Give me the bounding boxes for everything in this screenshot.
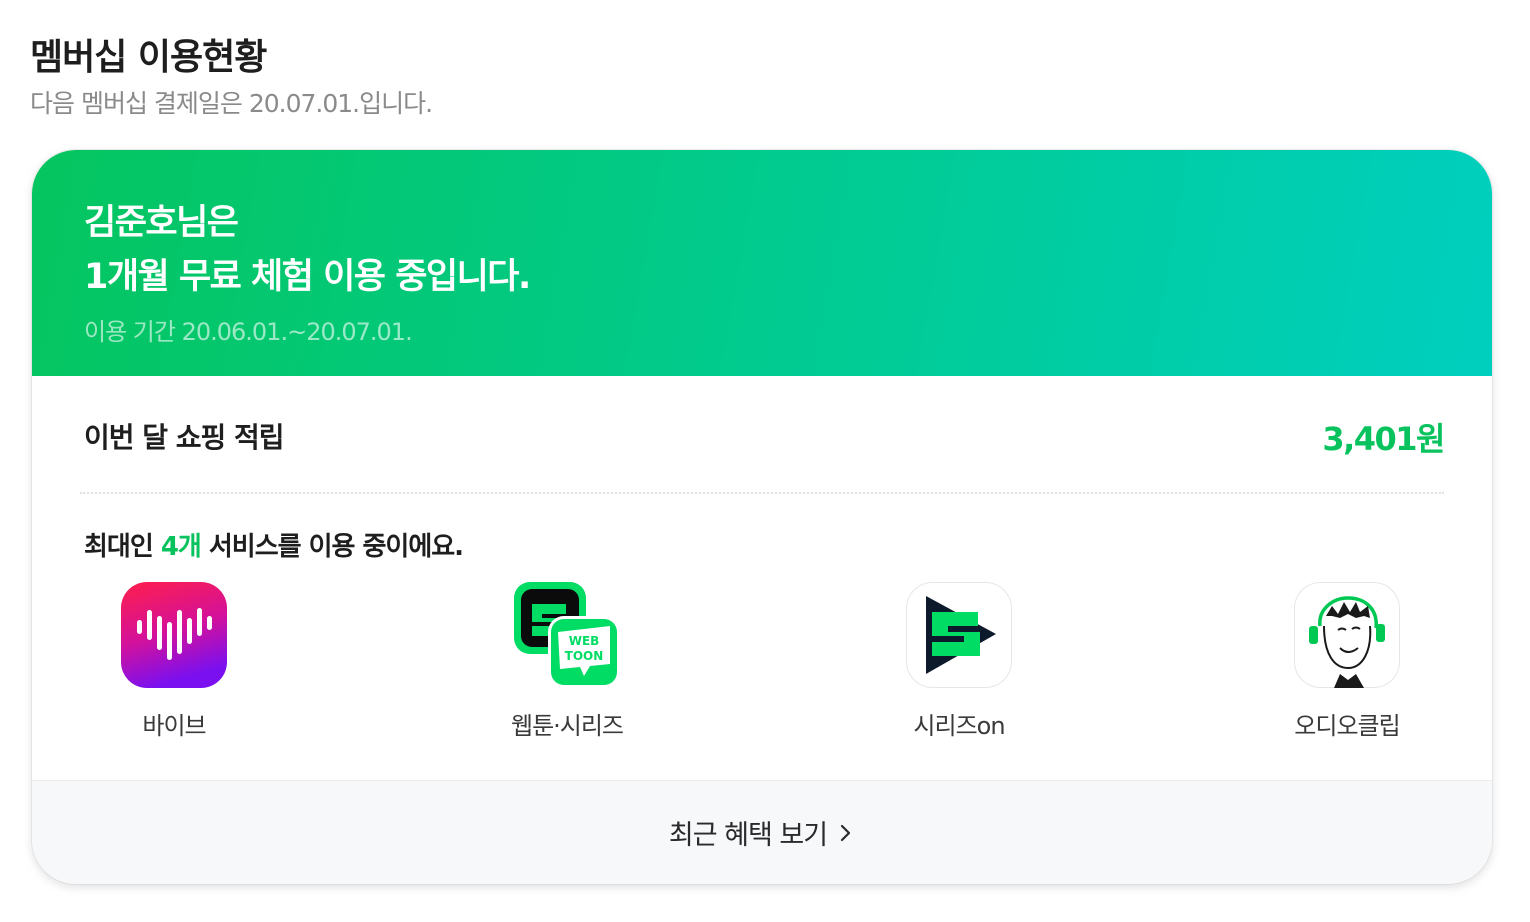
service-label-audioclip: 오디오클립 [1294, 712, 1400, 740]
trial-status-line: 1개월 무료 체험 이용 중입니다. [84, 257, 531, 297]
shopping-points-row: 이번 달 쇼핑 적립 3,401원 [84, 412, 1445, 458]
service-vibe[interactable]: 바이브 [79, 582, 269, 742]
shopping-points-label: 이번 달 쇼핑 적립 [84, 421, 285, 454]
service-label-series-on: 시리즈on [913, 712, 1005, 740]
services-summary-suffix: 서비스를 이용 중이에요. [200, 532, 464, 562]
membership-card: 김준호님은 1개월 무료 체험 이용 중입니다. 이용 기간 20.06.01.… [32, 150, 1492, 884]
recent-benefits-label: 최근 혜택 보기 [668, 820, 828, 851]
member-name-line: 김준호님은 [84, 203, 239, 243]
recent-benefits-button[interactable]: 최근 혜택 보기 [669, 813, 855, 852]
usage-period: 이용 기간 20.06.01.~20.07.01. [84, 318, 413, 346]
service-audioclip[interactable]: 오디오클립 [1252, 582, 1442, 742]
next-payment-date: 다음 멤버십 결제일은 20.07.01.입니다. [30, 89, 433, 118]
services-count: 4개 [160, 532, 202, 562]
service-webtoon-series[interactable]: WEB TOON 웹툰·시리즈 [472, 582, 662, 742]
page-title: 멤버십 이용현황 [30, 37, 267, 78]
card-footer: 최근 혜택 보기 [32, 780, 1492, 884]
chevron-right-icon [841, 824, 851, 841]
services-summary: 최대인 4개 서비스를 이용 중이에요. [84, 526, 464, 563]
services-summary-prefix: 최대인 [84, 532, 161, 562]
membership-hero-banner: 김준호님은 1개월 무료 체험 이용 중입니다. 이용 기간 20.06.01.… [32, 150, 1492, 376]
dotted-divider [80, 492, 1444, 494]
service-label-vibe: 바이브 [142, 712, 206, 740]
service-series-on[interactable]: 시리즈on [864, 582, 1054, 742]
series-on-icon [906, 582, 1012, 688]
service-label-webtoon-series: 웹툰·시리즈 [510, 712, 624, 740]
shopping-points-value: 3,401원 [1322, 420, 1445, 458]
audioclip-icon [1294, 582, 1400, 688]
svg-text:WEB: WEB [569, 634, 600, 648]
webtoon-series-icon: WEB TOON [514, 582, 620, 688]
membership-page: 멤버십 이용현황 다음 멤버십 결제일은 20.07.01.입니다. 김준호님은… [0, 0, 1530, 922]
svg-text:TOON: TOON [565, 649, 604, 663]
vibe-icon [121, 582, 227, 688]
